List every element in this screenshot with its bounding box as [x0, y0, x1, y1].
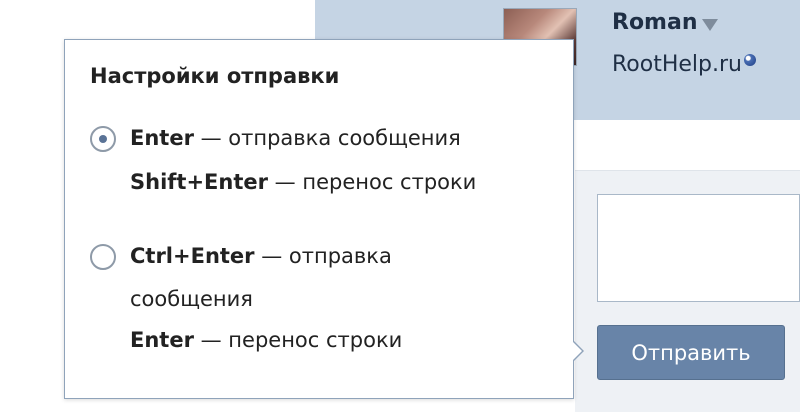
- option1-line1-key: Enter: [130, 126, 194, 150]
- option2-line2-text: сообщения: [130, 287, 253, 311]
- send-button-label: Отправить: [631, 340, 751, 365]
- option2-line3-text: — перенос строки: [193, 328, 403, 352]
- popup-arrow-inner: [572, 341, 582, 361]
- globe-icon: [743, 54, 756, 66]
- radio-unchecked-icon[interactable]: [90, 244, 116, 270]
- site-link[interactable]: RootHelp.ru: [612, 52, 756, 77]
- popup-title: Настройки отправки: [90, 64, 340, 88]
- send-button[interactable]: Отправить: [597, 325, 785, 380]
- option-enter-send[interactable]: Enter — отправка сообщения: [130, 126, 461, 150]
- option1-line2-text: — перенос строки: [267, 170, 477, 194]
- option2-line2[interactable]: сообщения: [130, 287, 253, 311]
- radio-checked-icon[interactable]: [90, 126, 116, 152]
- message-input[interactable]: [597, 194, 800, 302]
- option-ctrl-enter-send[interactable]: Ctrl+Enter — отправка: [130, 244, 392, 268]
- option2-line1-key: Ctrl+Enter: [130, 244, 255, 268]
- option1-line1-text: — отправка сообщения: [193, 126, 461, 150]
- user-menu[interactable]: Roman: [612, 10, 718, 35]
- chevron-down-icon[interactable]: [701, 18, 718, 31]
- option2-line1-text: — отправка: [254, 244, 392, 268]
- site-link-label[interactable]: RootHelp.ru: [612, 52, 742, 77]
- option2-line3-key: Enter: [130, 328, 194, 352]
- option2-line3[interactable]: Enter — перенос строки: [130, 328, 402, 352]
- top-divider: [575, 120, 800, 170]
- user-name[interactable]: Roman: [612, 10, 698, 35]
- option1-line2[interactable]: Shift+Enter — перенос строки: [130, 170, 476, 194]
- option1-line2-key: Shift+Enter: [130, 170, 268, 194]
